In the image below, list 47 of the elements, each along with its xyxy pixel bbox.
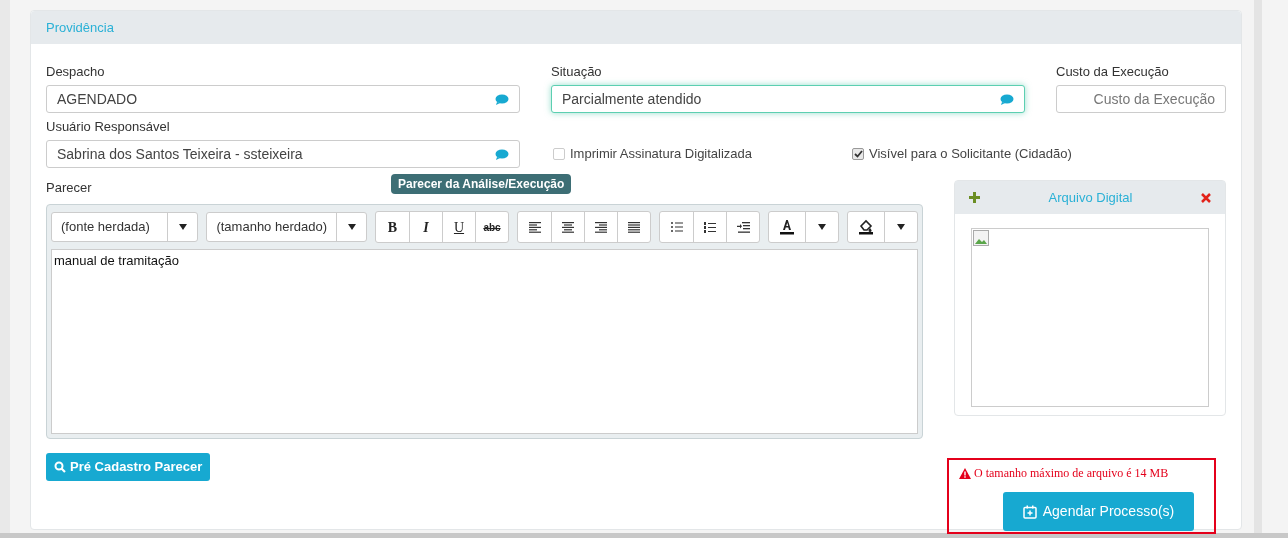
field-label: Parecer [46,180,92,196]
numbered-list-icon [704,221,716,233]
warning-text: O tamanho máximo de arquivo é 14 MB [974,465,1169,482]
select-field[interactable]: AGENDADO [46,85,520,113]
editor-text: manual de tramitação [54,252,180,270]
dropdown-caret-icon [818,224,826,230]
align-center-icon [562,221,574,233]
select-field[interactable]: Parcialmente atendido [551,85,1025,113]
caret-icon [178,224,187,230]
field-label: Situação [551,64,603,80]
panel-title: Providência [46,18,114,37]
checkbox-label: Visível para o Solicitante (Cidadão) [869,145,1072,164]
input-field[interactable]: Custo da Execução [1056,85,1226,113]
highlight-color-icon [858,219,874,235]
checkbox-label: Imprimir Assinatura Digitalizada [570,145,753,164]
bold-button[interactable]: B [376,212,409,242]
text-color-icon [779,219,795,235]
caret-icon [347,224,356,230]
dropdown-caret-icon [897,224,905,230]
checkbox[interactable] [553,148,565,160]
tooltip: Parecer da Análise/Execução [391,174,572,194]
align-right-icon [595,221,607,233]
underline-button[interactable]: U [442,212,475,242]
align-left-icon [528,221,541,233]
dropdown[interactable]: (fonte herdada) [51,212,199,242]
broken-image-icon [973,230,989,246]
chat-bubble-icon [495,93,509,105]
field-label: Usuário Responsável [46,119,171,135]
italic-button[interactable]: I [409,212,442,242]
field-label: Despacho [46,64,106,80]
select-field[interactable]: Sabrina dos Santos Teixeira - ssteixeira [46,140,520,168]
justify-icon [628,221,640,233]
warning-icon [959,467,971,479]
chat-bubble-icon [1000,93,1014,105]
indent-icon [736,221,750,233]
checkbox[interactable] [852,148,864,160]
search-icon [54,461,66,473]
strike-button[interactable]: abc [475,212,508,242]
attachment-title: Arquivo Digital [1047,188,1134,207]
dropdown[interactable]: (tamanho herdado) [206,212,367,242]
close-icon[interactable] [1201,192,1211,203]
plus-icon[interactable] [969,192,980,203]
chat-bubble-icon [495,148,509,160]
bullet-list-icon [670,222,683,232]
calendar-plus-icon [1022,504,1037,519]
field-label: Custo da Execução [1056,64,1170,80]
text-editor-area[interactable]: manual de tramitação [51,249,918,434]
